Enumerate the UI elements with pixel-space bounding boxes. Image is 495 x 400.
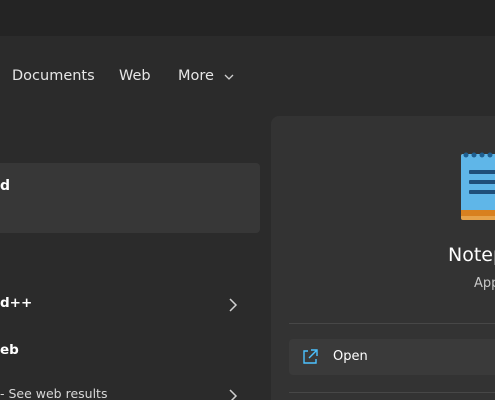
best-match-item[interactable] [0, 163, 260, 233]
open-button[interactable]: Open [289, 339, 495, 375]
best-match-label: d [0, 178, 11, 194]
divider [289, 323, 495, 324]
tab-documents[interactable]: Documents [12, 58, 95, 94]
tab-more[interactable]: More [178, 58, 234, 94]
app-title: Notep [448, 244, 495, 266]
app-type-label: App [474, 276, 495, 291]
chevron-down-icon [224, 58, 234, 94]
tab-more-label: More [178, 68, 214, 84]
search-box[interactable] [0, 0, 495, 36]
notepad-icon [459, 150, 495, 224]
web-result-label: - See web results [0, 386, 108, 400]
web-result-item[interactable]: - See web results [0, 376, 260, 400]
open-label: Open [333, 349, 368, 364]
chevron-right-icon[interactable] [228, 388, 240, 400]
chevron-right-icon[interactable] [228, 297, 240, 312]
tab-web[interactable]: Web [119, 58, 151, 94]
result-label: eb [0, 342, 19, 358]
result-label: d++ [0, 295, 33, 311]
open-external-icon [301, 348, 319, 366]
divider [289, 392, 495, 393]
search-window: Documents Web More d d++ eb - See web re… [0, 0, 495, 400]
result-item[interactable]: eb [0, 332, 260, 372]
filter-tabs: Documents Web More [0, 58, 495, 94]
result-item[interactable]: d++ [0, 285, 260, 325]
